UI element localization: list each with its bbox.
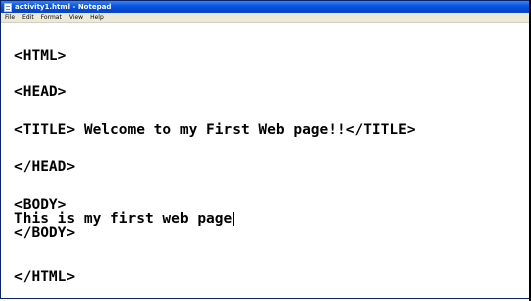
menu-edit[interactable]: Edit — [22, 13, 34, 22]
menu-help[interactable]: Help — [90, 13, 104, 22]
code-line-head-close: </HEAD> — [14, 159, 76, 175]
code-line-html-close: </HTML> — [14, 269, 76, 285]
menu-format[interactable]: Format — [41, 13, 62, 22]
menu-file[interactable]: File — [5, 13, 15, 22]
text-editor-area[interactable]: <HTML> <HEAD> <TITLE> Welcome to my Firs… — [1, 23, 529, 298]
notepad-icon[interactable] — [4, 2, 12, 12]
code-line-head-open: <HEAD> — [14, 84, 67, 100]
text-caret — [233, 212, 235, 226]
menu-view[interactable]: View — [69, 13, 83, 22]
notepad-window: activity1.html - Notepad File Edit Forma… — [0, 0, 529, 299]
window-title: activity1.html - Notepad — [15, 3, 112, 11]
code-line-body-open: <BODY> — [14, 197, 67, 213]
code-line-html-open: <HTML> — [14, 48, 67, 64]
code-line-title: <TITLE> Welcome to my First Web page!!</… — [14, 122, 416, 138]
menu-bar: File Edit Format View Help — [1, 13, 529, 23]
code-line-body-close: </BODY> — [14, 225, 76, 241]
title-bar[interactable]: activity1.html - Notepad — [1, 1, 529, 13]
code-line-body-text: This is my first web page — [14, 212, 235, 226]
